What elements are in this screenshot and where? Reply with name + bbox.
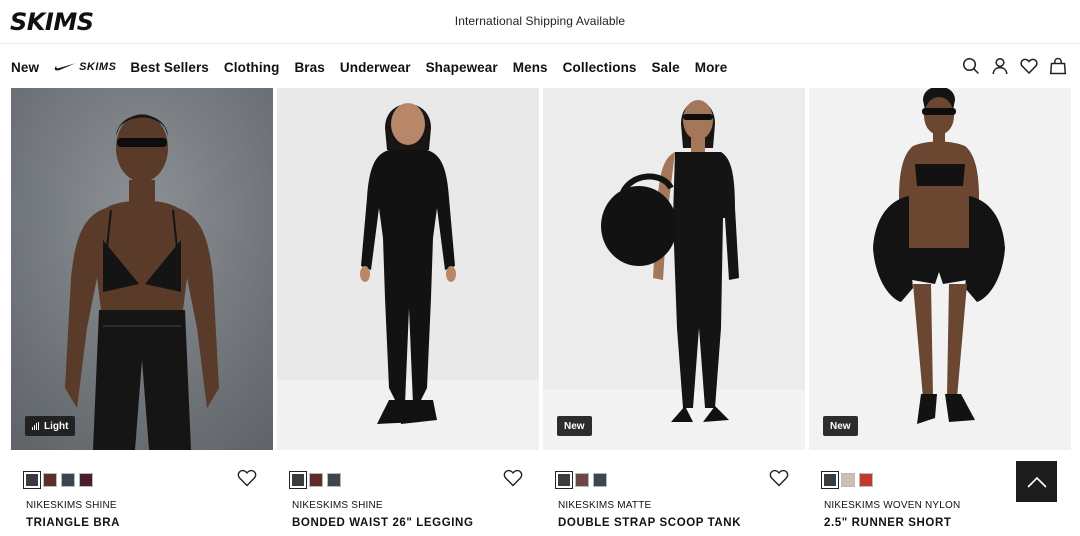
product-image[interactable]: Light — [11, 88, 273, 450]
product-name[interactable]: TRIANGLE BRA — [26, 517, 120, 529]
product-collection: NIKESKIMS MATTE — [558, 500, 652, 511]
product-image[interactable]: New — [809, 88, 1071, 450]
product-name[interactable]: DOUBLE STRAP SCOOP TANK — [558, 517, 741, 529]
favorite-heart-icon[interactable] — [769, 468, 789, 488]
color-swatch[interactable] — [61, 473, 75, 487]
color-swatch[interactable] — [79, 473, 93, 487]
new-badge: New — [557, 416, 592, 436]
account-icon[interactable] — [990, 56, 1010, 76]
signal-bars-icon — [32, 422, 40, 430]
favorite-heart-icon[interactable] — [503, 468, 523, 488]
color-swatch[interactable] — [289, 471, 307, 489]
color-swatch[interactable] — [821, 471, 839, 489]
nav-item-more[interactable]: More — [695, 60, 728, 75]
color-swatches — [23, 471, 97, 489]
nav-item-new[interactable]: New — [11, 60, 39, 75]
color-swatch[interactable] — [575, 473, 589, 487]
badge-label: New — [564, 420, 585, 432]
color-swatches — [289, 471, 345, 489]
favorite-heart-icon[interactable] — [237, 468, 257, 488]
color-swatches — [821, 471, 877, 489]
color-swatch[interactable] — [555, 471, 573, 489]
product-card-bonded-waist-legging[interactable]: NIKESKIMS SHINE BONDED WAIST 26" LEGGING — [277, 88, 539, 536]
product-collection: NIKESKIMS SHINE — [26, 500, 117, 511]
product-card-triangle-bra[interactable]: Light NIKESKIMS SHINE TRIANGLE BRA — [11, 88, 273, 536]
color-swatch[interactable] — [43, 473, 57, 487]
product-grid: Light NIKESKIMS SHINE TRIANGLE BRA NIKES… — [11, 88, 1072, 536]
swoosh-icon — [54, 63, 76, 71]
nav-list: New SKIMS Best Sellers Clothing Bras Und… — [11, 58, 742, 76]
nav-collab-label: SKIMS — [79, 61, 117, 73]
search-icon[interactable] — [961, 56, 981, 76]
product-collection: NIKESKIMS WOVEN NYLON — [824, 500, 961, 511]
color-swatch[interactable] — [327, 473, 341, 487]
nav-item-clothing[interactable]: Clothing — [224, 60, 280, 75]
nav-item-sale[interactable]: Sale — [652, 60, 680, 75]
badge-label: New — [830, 420, 851, 432]
nav-item-collections[interactable]: Collections — [563, 60, 637, 75]
nav-item-underwear[interactable]: Underwear — [340, 60, 411, 75]
nav-item-mens[interactable]: Mens — [513, 60, 548, 75]
light-badge: Light — [25, 416, 76, 436]
color-swatch[interactable] — [859, 473, 873, 487]
nav-icons — [952, 56, 1068, 76]
badge-label: Light — [44, 420, 69, 432]
product-name[interactable]: BONDED WAIST 26" LEGGING — [292, 517, 474, 529]
top-bar: SKIMS International Shipping Available — [0, 0, 1080, 44]
main-nav: New SKIMS Best Sellers Clothing Bras Und… — [0, 44, 1080, 88]
color-swatch[interactable] — [593, 473, 607, 487]
product-name[interactable]: 2.5" RUNNER SHORT — [824, 517, 951, 529]
nav-item-bras[interactable]: Bras — [294, 60, 324, 75]
scroll-to-top-button[interactable] — [1016, 461, 1057, 502]
bag-icon[interactable] — [1048, 56, 1068, 76]
product-image[interactable] — [277, 88, 539, 450]
heart-icon[interactable] — [1019, 56, 1039, 76]
nav-item-best-sellers[interactable]: Best Sellers — [130, 60, 209, 75]
color-swatches — [555, 471, 611, 489]
color-swatch[interactable] — [841, 473, 855, 487]
new-badge: New — [823, 416, 858, 436]
announcement-text: International Shipping Available — [454, 14, 626, 28]
product-collection: NIKESKIMS SHINE — [292, 500, 383, 511]
color-swatch[interactable] — [23, 471, 41, 489]
color-swatch[interactable] — [309, 473, 323, 487]
product-card-double-strap-scoop-tank[interactable]: New NIKESKIMS MATTE DOUBLE STRAP SCOOP T… — [543, 88, 805, 536]
nav-item-nikeskims[interactable]: SKIMS — [54, 61, 116, 73]
nav-item-shapewear[interactable]: Shapewear — [426, 60, 498, 75]
chevron-up-icon — [1026, 476, 1047, 488]
product-image[interactable]: New — [543, 88, 805, 450]
